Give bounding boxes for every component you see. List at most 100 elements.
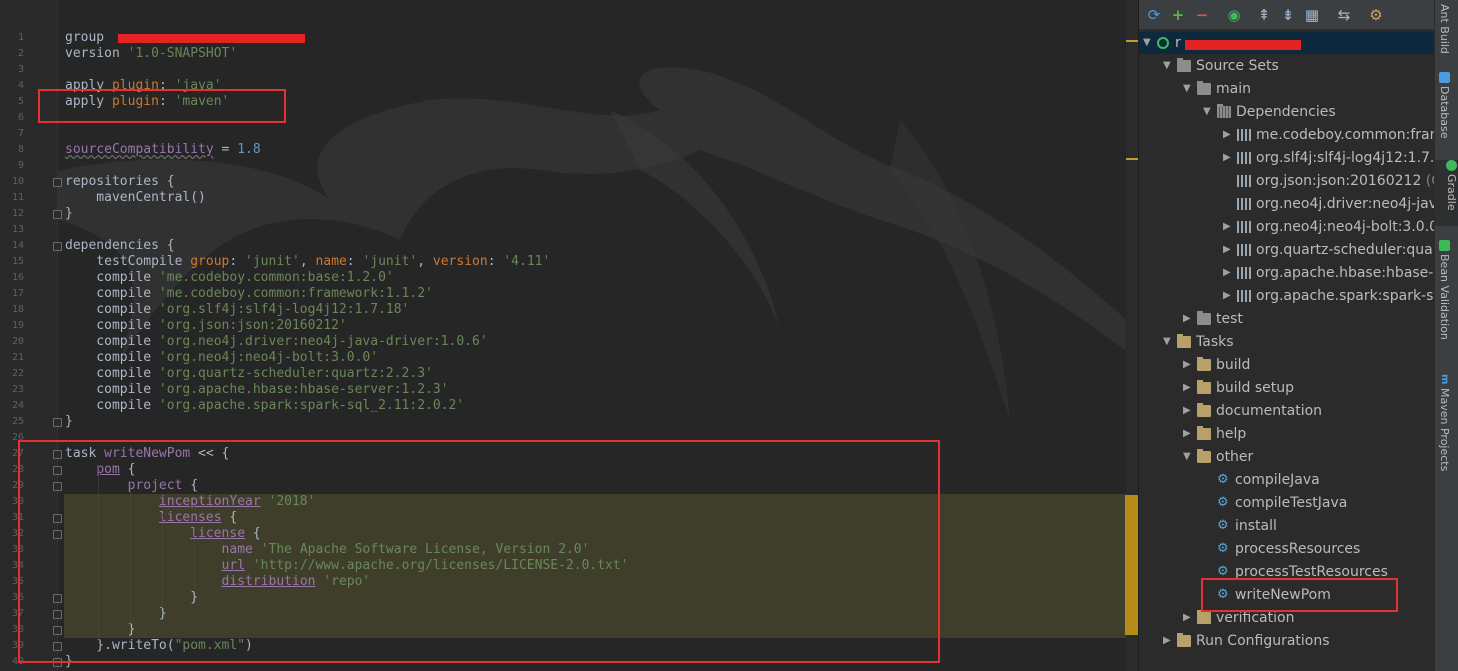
code-line[interactable]: group [65, 30, 112, 46]
tree-row[interactable]: ▶ documentation [1183, 400, 1322, 422]
tree-row[interactable]: org.json:json:20160212 (Co [1223, 170, 1434, 192]
tree-row-label: documentation [1216, 403, 1323, 419]
task-folder-icon [1197, 449, 1211, 463]
collapse-all-icon[interactable]: ⇟ [1279, 6, 1297, 24]
tree-row-label: Tasks [1196, 334, 1234, 350]
expanded-arrow-icon[interactable]: ▼ [1163, 331, 1177, 353]
expanded-arrow-icon[interactable]: ▼ [1183, 446, 1197, 468]
code-line[interactable]: } [65, 206, 73, 222]
code-line[interactable]: compile 'org.apache.hbase:hbase-server:1… [65, 382, 448, 398]
add-icon[interactable]: + [1169, 6, 1187, 24]
expanded-arrow-icon[interactable]: ▼ [1183, 78, 1197, 100]
code-line[interactable]: compile 'org.quartz-scheduler:quartz:2.2… [65, 366, 433, 382]
remove-icon[interactable]: − [1193, 6, 1211, 24]
toggle-offline-icon[interactable]: ⇆ [1335, 6, 1353, 24]
tab-maven-projects[interactable]: mMaven Projects [1438, 374, 1451, 471]
fold-marker-icon[interactable] [53, 242, 62, 251]
code-line[interactable]: compile 'org.json:json:20160212' [65, 318, 346, 334]
tab-database[interactable]: Database [1438, 72, 1451, 139]
tree-row[interactable]: ▶ me.codeboy.common:fran [1223, 124, 1434, 146]
code-line[interactable]: sourceCompatibility = 1.8 [65, 142, 261, 158]
code-line[interactable]: repositories { [65, 174, 175, 190]
collapsed-arrow-icon[interactable]: ▶ [1223, 239, 1237, 261]
code-line[interactable]: } [65, 414, 73, 430]
tree-row-label: Source Sets [1196, 58, 1279, 74]
tab-bean-validation[interactable]: Bean Validation [1438, 240, 1451, 340]
collapsed-arrow-icon[interactable]: ▶ [1223, 262, 1237, 284]
tree-row[interactable]: ▼ Dependencies [1203, 101, 1336, 123]
fold-marker-icon[interactable] [53, 418, 62, 427]
tree-row[interactable]: ▶ org.quartz-scheduler:quar [1223, 239, 1434, 261]
tree-row[interactable]: ▶ org.neo4j:neo4j-bolt:3.0.0 [1223, 216, 1434, 238]
tree-row[interactable]: ▶ org.apache.hbase:hbase-s [1223, 262, 1434, 284]
collapsed-arrow-icon[interactable]: ▶ [1223, 147, 1237, 169]
tree-row[interactable]: ▶ help [1183, 423, 1246, 445]
library-icon [1237, 152, 1251, 164]
expanded-arrow-icon[interactable]: ▼ [1203, 101, 1217, 123]
line-number: 8 [17, 144, 24, 155]
folder-icon [1197, 311, 1211, 325]
expand-all-icon[interactable]: ⇞ [1255, 6, 1273, 24]
collapsed-arrow-icon[interactable]: ▶ [1223, 124, 1237, 146]
code-line[interactable]: dependencies { [65, 238, 175, 254]
gradle-project-tree[interactable]: ▼ r ▼ Source Sets ▼ main ▼ Dependencies ▶ me.code… [1139, 31, 1434, 671]
tab-ant-build[interactable]: Ant Build [1438, 4, 1451, 54]
attach-icon[interactable]: ▦ [1303, 6, 1321, 24]
tree-row[interactable]: ⚙ install [1203, 515, 1277, 537]
collapsed-arrow-icon[interactable]: ▶ [1183, 354, 1197, 376]
tree-row[interactable]: ▼ r [1143, 32, 1181, 54]
collapsed-arrow-icon[interactable]: ▶ [1183, 607, 1197, 629]
code-line[interactable]: compile 'org.neo4j.driver:neo4j-java-dri… [65, 334, 487, 350]
collapsed-arrow-icon[interactable]: ▶ [1183, 400, 1197, 422]
tree-row[interactable]: ▼ Tasks [1163, 331, 1234, 353]
code-line[interactable]: compile 'me.codeboy.common:framework:1.1… [65, 286, 433, 302]
task-folder-icon [1177, 633, 1191, 647]
expanded-arrow-icon[interactable]: ▼ [1143, 32, 1157, 54]
tree-row[interactable]: ⚙ processResources [1203, 538, 1360, 560]
tree-row[interactable]: ▶ org.slf4j:slf4j-log4j12:1.7.1 [1223, 147, 1434, 169]
tree-row[interactable]: ⚙ compileJava [1203, 469, 1320, 491]
collapsed-arrow-icon[interactable]: ▶ [1183, 423, 1197, 445]
tree-row[interactable]: ▼ main [1183, 78, 1251, 100]
tree-row[interactable]: org.neo4j.driver:neo4j-java [1223, 193, 1434, 215]
collapsed-arrow-icon[interactable]: ▶ [1223, 216, 1237, 238]
code-line[interactable]: version '1.0-SNAPSHOT' [65, 46, 237, 62]
collapsed-arrow-icon[interactable]: ▶ [1183, 308, 1197, 330]
fold-marker-icon[interactable] [53, 210, 62, 219]
code-line[interactable]: compile 'org.slf4j:slf4j-log4j12:1.7.18' [65, 302, 409, 318]
stripe-mark[interactable] [1126, 40, 1138, 42]
collapsed-arrow-icon[interactable]: ▶ [1163, 630, 1177, 652]
settings-icon[interactable]: ⚙ [1367, 6, 1385, 24]
stripe-mark[interactable] [1126, 158, 1138, 160]
refresh-icon[interactable]: ⟳ [1145, 6, 1163, 24]
tree-row[interactable]: ▶ build setup [1183, 377, 1294, 399]
code-line[interactable]: compile 'org.apache.spark:spark-sql_2.11… [65, 398, 464, 414]
code-line[interactable]: compile 'org.neo4j:neo4j-bolt:3.0.0' [65, 350, 378, 366]
code-token: 1.8 [237, 142, 261, 157]
code-line[interactable]: compile 'me.codeboy.common:base:1.2.0' [65, 270, 393, 286]
tree-row-label: org.slf4j:slf4j-log4j12:1.7.1 [1256, 150, 1434, 166]
library-icon [1237, 129, 1251, 141]
tab-gradle[interactable]: Gradle [1435, 160, 1458, 226]
tree-row[interactable]: ▶ test [1183, 308, 1243, 330]
tree-row[interactable]: ▶ org.apache.spark:spark-sql [1223, 285, 1434, 307]
tree-row[interactable]: ▶ Run Configurations [1163, 630, 1330, 652]
code-line[interactable]: testCompile group: 'junit', name: 'junit… [65, 254, 550, 270]
tree-row[interactable]: ▼ Source Sets [1163, 55, 1279, 77]
tree-row[interactable]: ⚙ compileTestJava [1203, 492, 1347, 514]
code-editor[interactable]: 1 group 2 version '1.0-SNAPSHOT' 3 4 apply pl… [0, 0, 1138, 671]
task-folder-icon [1197, 403, 1211, 417]
code-token: : [487, 254, 504, 269]
scrollbar-thumb[interactable] [1125, 495, 1138, 635]
redaction-mark [118, 34, 305, 43]
gradle-tool-window[interactable]: ⟳ + − ◉ ⇞ ⇟ ▦ ⇆ ⚙ ▼ r ▼ Source Sets ▼ main ▼ De… [1138, 0, 1434, 671]
tree-row[interactable]: ▶ build [1183, 354, 1250, 376]
execute-task-icon[interactable]: ◉ [1225, 6, 1243, 24]
tree-row[interactable]: ▼ other [1183, 446, 1253, 468]
fold-marker-icon[interactable] [53, 178, 62, 187]
code-line[interactable]: mavenCentral() [65, 190, 206, 206]
expanded-arrow-icon[interactable]: ▼ [1163, 55, 1177, 77]
collapsed-arrow-icon[interactable]: ▶ [1183, 377, 1197, 399]
collapsed-arrow-icon[interactable]: ▶ [1223, 285, 1237, 307]
code-token: compile [65, 318, 159, 333]
